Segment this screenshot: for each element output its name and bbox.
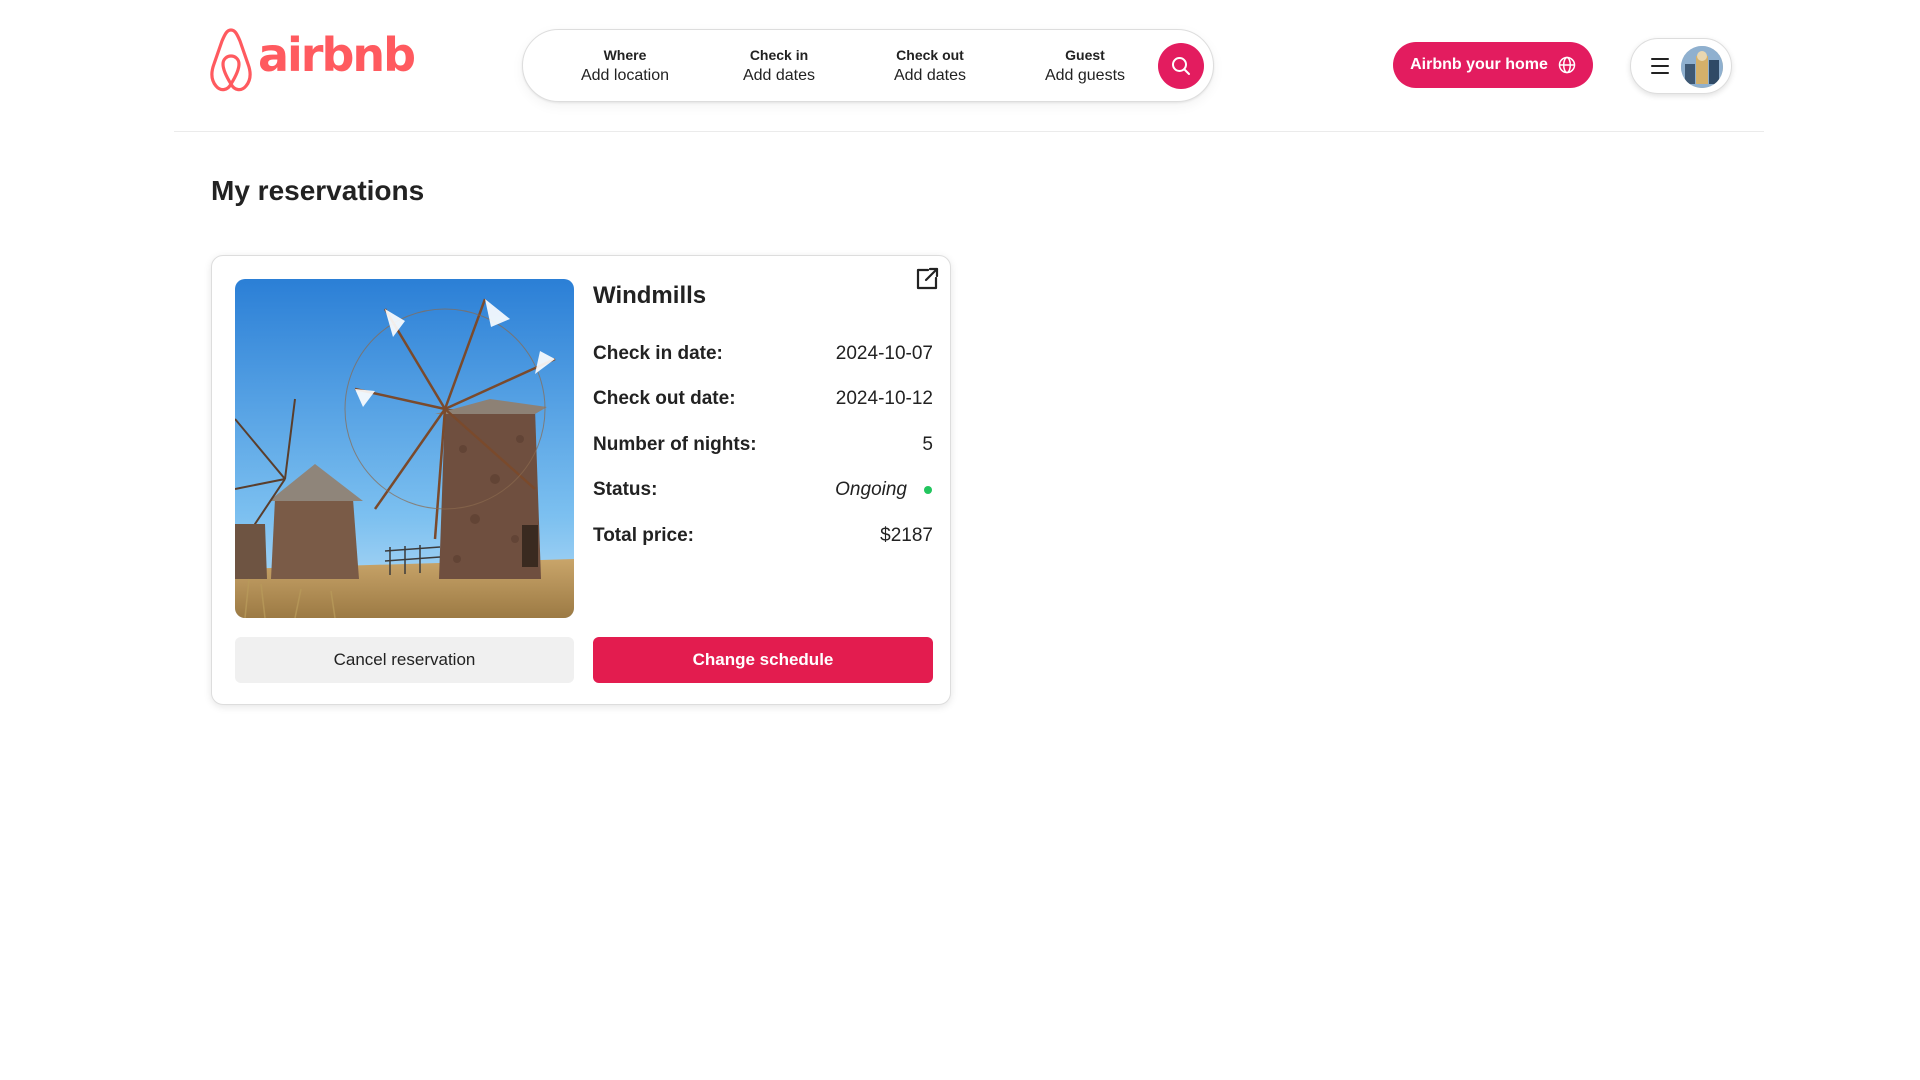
page-title: My reservations [211, 175, 425, 206]
nights-label: Number of nights: [593, 434, 757, 455]
check-in-row: Check in date: 2024-10-07 [593, 339, 933, 369]
airbnb-logo[interactable]: airbnb [210, 26, 416, 106]
avatar [1681, 46, 1723, 88]
listing-image[interactable] [235, 279, 574, 618]
open-listing-link[interactable] [914, 266, 940, 292]
globe-icon [1558, 56, 1576, 74]
hamburger-icon [1651, 58, 1669, 74]
profile-menu-button[interactable] [1630, 38, 1732, 94]
status-row: Status: Ongoing [593, 475, 933, 505]
status-indicator-dot [924, 486, 932, 494]
airbnb-your-home-button[interactable]: Airbnb your home [1393, 42, 1593, 88]
search-bar[interactable]: Where Add location Check in Add dates Ch… [522, 29, 1214, 102]
check-out-label: Check out date: [593, 388, 736, 409]
search-check-in[interactable]: Check in Add dates [717, 46, 841, 86]
search-icon [1172, 57, 1190, 75]
guest-value: Add guests [1044, 67, 1126, 84]
where-title: Where [603, 47, 647, 63]
check-out-title: Check out [896, 47, 964, 63]
check-in-title: Check in [749, 47, 809, 63]
total-price-value: $2187 [880, 525, 933, 546]
airbnb-logo-icon [210, 28, 252, 92]
check-in-value: 2024-10-07 [835, 343, 933, 364]
external-link-icon [916, 267, 939, 290]
search-check-out[interactable]: Check out Add dates [868, 46, 992, 86]
host-button-label: Airbnb your home [1410, 56, 1548, 73]
status-text: Ongoing [835, 479, 907, 500]
check-out-row: Check out date: 2024-10-12 [593, 384, 933, 414]
total-price-label: Total price: [593, 525, 694, 546]
listing-name: Windmills [593, 282, 707, 309]
status-value: Ongoing [835, 479, 933, 501]
nights-value: 5 [922, 434, 933, 455]
search-guest[interactable]: Guest Add guests [1021, 46, 1149, 86]
where-value: Add location [580, 67, 670, 84]
check-in-label: Check in date: [593, 343, 723, 364]
total-price-row: Total price: $2187 [593, 521, 933, 551]
guest-title: Guest [1065, 47, 1105, 63]
status-label: Status: [593, 479, 658, 500]
top-header: airbnb Where Add location Check in Add d… [174, 0, 1764, 132]
change-schedule-button[interactable]: Change schedule [593, 637, 933, 683]
check-out-value: 2024-10-12 [835, 388, 933, 409]
search-button[interactable] [1158, 43, 1204, 89]
windmills-photo [235, 279, 574, 618]
brand-name: airbnb [258, 28, 416, 82]
nights-row: Number of nights: 5 [593, 430, 933, 460]
reservation-card: Windmills Check in date: 2024-10-07 Chec… [211, 255, 951, 705]
search-where[interactable]: Where Add location [557, 46, 693, 86]
check-in-value: Add dates [742, 67, 816, 84]
check-out-value: Add dates [893, 67, 967, 84]
cancel-reservation-button[interactable]: Cancel reservation [235, 637, 574, 683]
